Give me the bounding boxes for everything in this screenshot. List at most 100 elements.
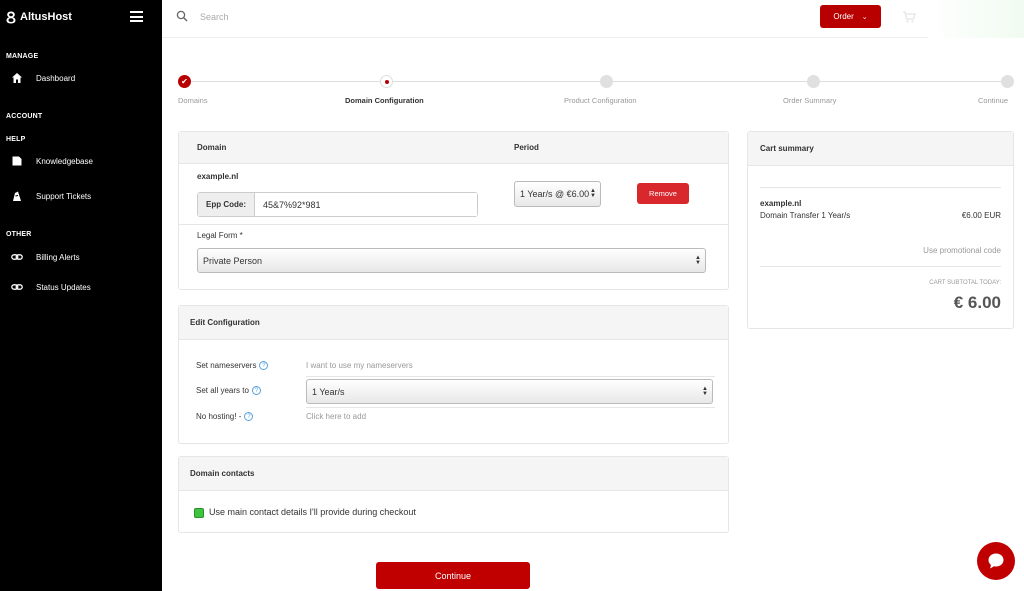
set-all-years-text: Set all years to <box>196 386 249 395</box>
all-years-select-value: 1 Year/s <box>312 386 345 397</box>
select-arrows-icon: ▲ ▼ <box>695 254 701 266</box>
brand-logo[interactable]: AltusHost <box>6 9 72 25</box>
domain-panel: Domain Period example.nl Epp Code: 1 Yea… <box>178 131 729 290</box>
select-arrows-icon: ▲ ▼ <box>702 385 708 397</box>
legal-form-label: Legal Form * <box>197 231 243 240</box>
step-label-product-configuration: Product Configuration <box>564 96 637 105</box>
set-nameservers-text: Set nameservers <box>196 361 257 370</box>
edit-configuration-title: Edit Configuration <box>190 318 260 327</box>
link-icon <box>10 250 24 264</box>
sidebar-item-label: Billing Alerts <box>36 252 80 262</box>
sidebar-item-label: Dashboard <box>36 73 76 83</box>
select-arrows-icon: ▲ ▼ <box>590 188 596 199</box>
home-icon <box>10 71 24 85</box>
use-main-contact-label[interactable]: Use main contact details I'll provide du… <box>209 507 416 517</box>
help-icon[interactable]: ? <box>251 386 261 396</box>
continue-button[interactable]: Continue <box>376 562 530 589</box>
add-hosting-link[interactable]: Click here to add <box>306 412 366 421</box>
chat-button[interactable] <box>977 542 1015 580</box>
search-icon <box>176 10 188 22</box>
divider <box>306 407 715 408</box>
search-input[interactable] <box>200 9 400 25</box>
column-header-domain: Domain <box>197 143 227 152</box>
sidebar-item-knowledgebase[interactable]: Knowledgebase <box>0 151 162 171</box>
ticket-icon <box>10 189 24 203</box>
sidebar-section-account[interactable]: ACCOUNT <box>6 113 42 120</box>
cart-summary-header: Cart summary <box>748 132 1013 166</box>
menu-toggle-icon[interactable] <box>130 11 143 22</box>
domain-name: example.nl <box>197 172 239 181</box>
sidebar-item-billing-alerts[interactable]: Billing Alerts <box>0 247 162 267</box>
step-line <box>392 81 600 82</box>
sidebar-item-support-tickets[interactable]: Support Tickets <box>0 186 162 206</box>
divider <box>760 187 1001 188</box>
cart-summary-title: Cart summary <box>760 144 814 153</box>
sidebar-item-status-updates[interactable]: Status Updates <box>0 277 162 297</box>
step-label-continue: Continue <box>978 96 1009 105</box>
cart-subtotal-label: CART SUBTOTAL TODAY: <box>929 280 1001 286</box>
divider <box>760 266 1001 267</box>
sidebar-section-other: OTHER <box>6 231 32 238</box>
sidebar-item-dashboard[interactable]: Dashboard <box>0 68 162 88</box>
period-select-value: 1 Year/s @ €6.00 <box>520 189 590 199</box>
step-line <box>612 81 807 82</box>
book-icon <box>10 154 24 168</box>
brand-name: AltusHost <box>20 11 72 23</box>
divider <box>306 376 715 377</box>
step-domain-configuration-current-icon <box>380 75 393 88</box>
domain-contacts-panel: Domain contacts Use main contact details… <box>178 456 729 533</box>
sidebar-section-help: HELP <box>6 136 26 143</box>
no-hosting-label: No hosting! -? <box>196 412 254 422</box>
help-icon[interactable]: ? <box>244 412 254 422</box>
step-product-configuration-icon <box>600 75 613 88</box>
topbar: Order ⌄ <box>162 0 1024 38</box>
step-label-domains[interactable]: Domains <box>178 96 208 105</box>
period-select[interactable]: 1 Year/s @ €6.00 ▲ ▼ <box>514 181 601 207</box>
step-order-summary-icon <box>807 75 820 88</box>
all-years-select[interactable]: 1 Year/s ▲ ▼ <box>306 379 713 404</box>
order-dropdown-button[interactable]: Order ⌄ <box>820 5 881 28</box>
no-hosting-text: No hosting! - <box>196 412 242 421</box>
progress-stepper: ✔ Domains Domain Configuration Product C… <box>178 74 1014 108</box>
promo-code-link[interactable]: Use promotional code <box>923 246 1001 255</box>
cart-item-description: Domain Transfer 1 Year/s <box>760 211 851 220</box>
edit-configuration-panel: Edit Configuration Set nameservers? I wa… <box>178 305 729 444</box>
cart-icon[interactable] <box>902 10 916 24</box>
altushost-logo-icon <box>6 11 16 23</box>
cart-subtotal-value: € 6.00 <box>953 293 1001 312</box>
epp-code-input[interactable] <box>255 193 477 216</box>
legal-form-select-value: Private Person <box>203 255 263 266</box>
step-label-order-summary: Order Summary <box>783 96 837 105</box>
cart-summary-panel: Cart summary example.nl Domain Transfer … <box>747 131 1014 329</box>
help-icon[interactable]: ? <box>259 361 269 371</box>
use-main-contact-checkbox[interactable] <box>194 508 204 518</box>
order-button-label: Order <box>833 12 854 21</box>
domain-contacts-header: Domain contacts <box>179 457 728 491</box>
nameservers-option-link[interactable]: I want to use my nameservers <box>306 361 413 370</box>
chevron-down-icon: ⌄ <box>861 13 868 21</box>
remove-button[interactable]: Remove <box>637 183 689 204</box>
link-icon <box>10 280 24 294</box>
sidebar: AltusHost MANAGE Dashboard ACCOUNT HELP … <box>0 0 162 591</box>
set-nameservers-label: Set nameservers? <box>196 361 269 371</box>
edit-configuration-header: Edit Configuration <box>179 306 728 340</box>
cart-item-price: €6.00 EUR <box>961 211 1001 220</box>
domain-contacts-title: Domain contacts <box>190 469 255 478</box>
epp-code-label: Epp Code: <box>198 193 255 216</box>
sidebar-section-manage: MANAGE <box>6 53 39 60</box>
column-header-period: Period <box>514 143 539 152</box>
cart-item-name: example.nl <box>760 199 802 208</box>
domain-panel-header: Domain Period <box>179 132 728 164</box>
topbar-fade <box>928 0 1024 38</box>
step-line <box>819 81 1001 82</box>
epp-code-group: Epp Code: <box>197 192 478 217</box>
step-line <box>191 81 387 82</box>
sidebar-item-label: Support Tickets <box>36 191 92 201</box>
step-domains-done-icon[interactable]: ✔ <box>178 75 191 88</box>
step-continue-icon <box>1001 75 1014 88</box>
divider <box>179 224 728 225</box>
set-all-years-label: Set all years to? <box>196 386 261 396</box>
legal-form-select[interactable]: Private Person ▲ ▼ <box>197 248 706 273</box>
sidebar-item-label: Knowledgebase <box>36 156 93 166</box>
chat-bubble-icon <box>988 553 1004 569</box>
